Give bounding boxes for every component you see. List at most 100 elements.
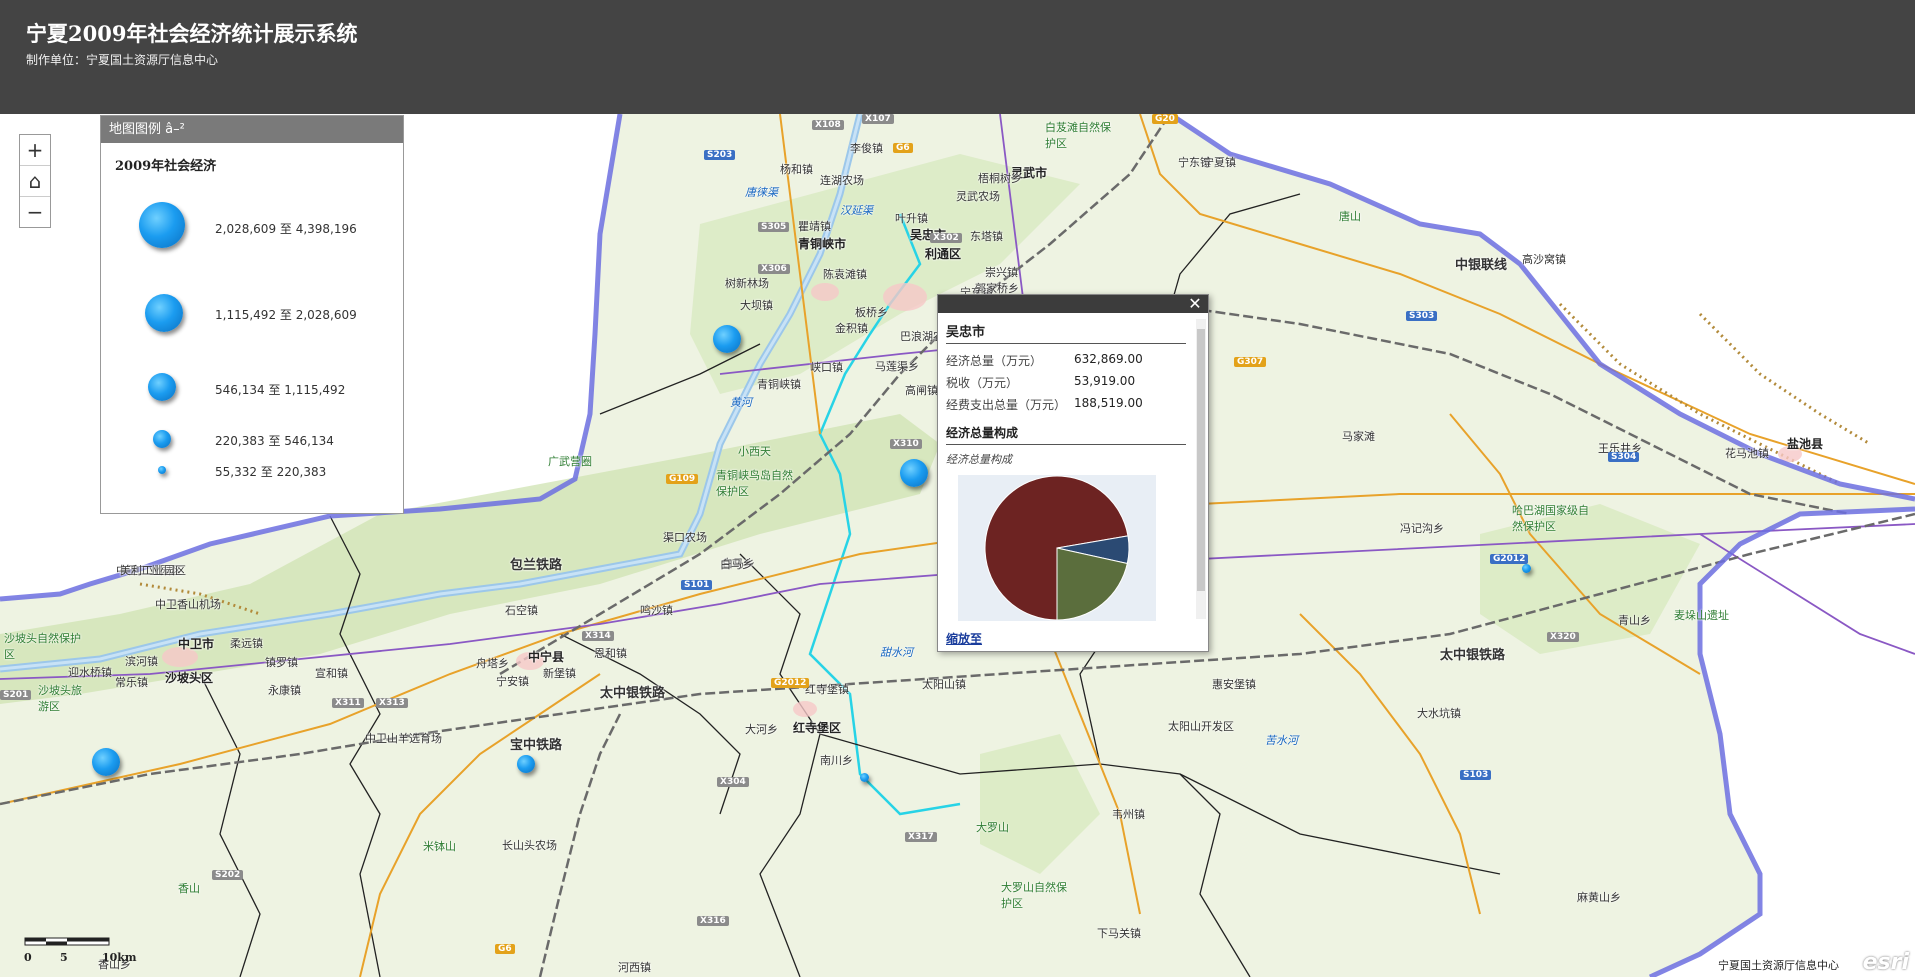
place-label: 连湖农场 bbox=[820, 174, 864, 187]
place-label: 李俊镇 bbox=[850, 142, 883, 155]
place-label: 大水坑镇 bbox=[1417, 707, 1461, 720]
place-label: 东塔镇 bbox=[970, 230, 1003, 243]
field-label: 经费支出总量（万元） bbox=[946, 398, 1067, 412]
legend-label: 55,332 至 220,383 bbox=[215, 465, 327, 479]
place-label: 陈袁滩镇 bbox=[823, 268, 867, 281]
legend-label: 220,383 至 546,134 bbox=[215, 434, 334, 448]
road-shield: G6 bbox=[893, 143, 913, 153]
stat-symbol[interactable] bbox=[713, 325, 741, 353]
zoom-in-button[interactable]: + bbox=[20, 135, 50, 166]
place-label: 太阳山开发区 bbox=[1168, 720, 1234, 733]
rail-label: 宝中铁路 bbox=[510, 738, 563, 753]
road-shield: X317 bbox=[905, 832, 937, 842]
place-label: 红寺堡区 bbox=[793, 721, 842, 735]
green-label: 大罗山自然保护区 bbox=[1001, 881, 1067, 910]
place-label: 迎水桥镇 bbox=[68, 666, 112, 679]
place-label: 马家滩 bbox=[1342, 430, 1375, 443]
place-label: 柔远镇 bbox=[230, 637, 263, 650]
place-label: 宁夏镇 bbox=[1203, 156, 1236, 169]
road-shield: G109 bbox=[666, 474, 699, 484]
field-label: 经济总量（万元） bbox=[946, 354, 1043, 368]
green-label: 大罗山 bbox=[976, 821, 1009, 834]
place-label: 下马关镇 bbox=[1097, 927, 1141, 940]
legend-symbol bbox=[158, 466, 166, 474]
place-label: 盐池县 bbox=[1787, 437, 1824, 451]
road-shield: G2012 bbox=[1490, 554, 1529, 564]
road-shield: X306 bbox=[758, 264, 790, 274]
place-label: 马莲渠乡 bbox=[875, 360, 919, 373]
legend-panel: 地图图例 â–² 2009年社会经济 2,028,609 至 4,398,196… bbox=[100, 115, 404, 514]
water-label: 甜水河 bbox=[880, 646, 913, 659]
popup-field: 经济总量（万元） 632,869.00 bbox=[946, 348, 1186, 370]
place-label: 石空镇 bbox=[505, 604, 538, 617]
road-shield: S304 bbox=[1608, 452, 1640, 462]
place-label: 板桥乡 bbox=[855, 306, 888, 319]
road-shield: S201 bbox=[0, 690, 32, 700]
place-label: 大河乡 bbox=[745, 723, 778, 736]
stat-symbol[interactable] bbox=[900, 459, 928, 487]
place-label: 韦州镇 bbox=[1112, 808, 1145, 821]
popup-scrollbar[interactable] bbox=[1196, 319, 1206, 619]
stat-symbol[interactable] bbox=[1522, 564, 1531, 573]
green-label: 麦垛山遗址 bbox=[1674, 609, 1729, 622]
road-shield: X320 bbox=[1547, 632, 1579, 642]
place-label: 沙坡头区 bbox=[165, 671, 214, 685]
place-label: 花马池镇 bbox=[1725, 447, 1769, 460]
green-label: 小西天 bbox=[738, 445, 771, 458]
stat-symbol[interactable] bbox=[92, 748, 120, 776]
close-icon[interactable]: ✕ bbox=[1186, 295, 1204, 313]
place-label: 滨河镇 bbox=[125, 655, 158, 668]
water-label: 汉延渠 bbox=[840, 204, 873, 217]
chart-caption: 经济总量构成 bbox=[946, 453, 1012, 466]
stat-symbol[interactable] bbox=[517, 755, 535, 773]
legend-title: 2009年社会经济 bbox=[115, 159, 217, 174]
place-label: 峡口镇 bbox=[810, 361, 843, 374]
green-label: 哈巴湖国家级自然保护区 bbox=[1512, 504, 1589, 533]
green-label: 沙坡头旅游区 bbox=[38, 684, 82, 713]
road-shield: S203 bbox=[704, 150, 736, 160]
scale-label-5: 5 bbox=[60, 951, 68, 964]
map-credit: 宁夏国土资源厅信息中心 bbox=[1718, 959, 1839, 972]
place-label: 金积镇 bbox=[835, 322, 868, 335]
road-shield: X310 bbox=[890, 439, 922, 449]
place-label: 树新林场 bbox=[725, 277, 769, 290]
green-label: 沙坡头自然保护区 bbox=[4, 632, 81, 661]
zoom-to-link[interactable]: 缩放至 bbox=[946, 630, 982, 647]
scale-bar-graphic bbox=[24, 937, 110, 946]
zoom-out-button[interactable]: − bbox=[20, 197, 50, 227]
road-shield: S202 bbox=[212, 870, 244, 880]
road-shield: S103 bbox=[1460, 770, 1492, 780]
pie-chart bbox=[958, 475, 1156, 621]
place-label: 恩和镇 bbox=[594, 647, 627, 660]
place-label: 高闸镇 bbox=[905, 384, 938, 397]
field-value: 188,519.00 bbox=[1074, 396, 1143, 410]
app-title: 宁夏2009年社会经济统计展示系统 bbox=[26, 21, 358, 46]
place-label: 美利工业园区 bbox=[120, 564, 186, 577]
stat-symbol[interactable] bbox=[860, 773, 869, 782]
app-header: 宁夏2009年社会经济统计展示系统 制作单位：宁夏国土资源厅信息中心 bbox=[0, 0, 1915, 114]
pie-chart-svg bbox=[984, 475, 1130, 621]
road-shield: S101 bbox=[681, 580, 713, 590]
road-shield: X107 bbox=[862, 114, 894, 124]
legend-symbol bbox=[148, 373, 176, 401]
road-shield: X313 bbox=[376, 698, 408, 708]
legend-header[interactable]: 地图图例 â–² bbox=[101, 116, 403, 143]
place-label: 镇罗镇 bbox=[265, 656, 298, 669]
rail-label: 太中银铁路 bbox=[600, 686, 666, 701]
popup-title: 吴忠市 bbox=[946, 321, 1186, 344]
water-label: 黄河 bbox=[730, 396, 752, 409]
water-label: 苦水河 bbox=[1265, 734, 1298, 747]
green-label: 香山 bbox=[178, 882, 200, 895]
road-shield: G20 bbox=[1152, 114, 1178, 124]
place-label: 青铜峡市 bbox=[798, 237, 847, 251]
scrollbar-thumb[interactable] bbox=[1197, 329, 1205, 591]
road-shield: S305 bbox=[758, 222, 790, 232]
place-label: 叶升镇 bbox=[895, 212, 928, 225]
place-label: 舟塔乡 bbox=[476, 657, 509, 670]
road-shield: X314 bbox=[582, 631, 614, 641]
place-label: 青铜峡镇 bbox=[757, 378, 801, 391]
info-popup: ✕ 吴忠市 经济总量（万元） 632,869.00 税收（万元） 53,919.… bbox=[937, 294, 1209, 652]
place-label: 高沙窝镇 bbox=[1522, 253, 1566, 266]
road-shield: X108 bbox=[812, 120, 844, 130]
home-button[interactable]: ⌂ bbox=[20, 166, 50, 197]
